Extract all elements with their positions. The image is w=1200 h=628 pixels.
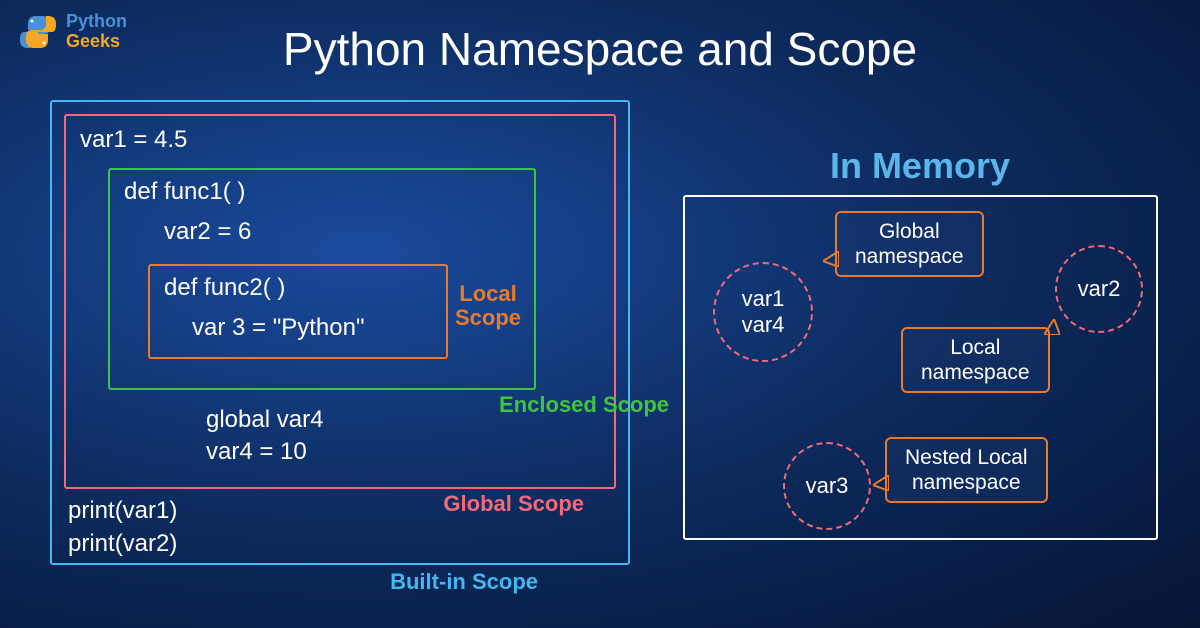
ns-nested-l2: namespace	[905, 470, 1028, 495]
nested-local-namespace-label: Nested Local namespace	[885, 437, 1048, 503]
ns-global-l1: Global	[855, 219, 964, 244]
circle1-var4: var4	[742, 312, 785, 338]
enclosed-scope-box: Enclosed Scope def func1( ) var2 = 6 Loc…	[108, 168, 536, 390]
global-scope-box: Global Scope var1 = 4.5 global var4 var4…	[64, 114, 616, 489]
enclosed-scope-label: Enclosed Scope	[499, 392, 669, 418]
global-namespace-label: Global namespace	[835, 211, 984, 277]
local-scope-label: Local Scope	[455, 282, 521, 330]
memory-title: In Memory	[830, 145, 1010, 187]
code-var4: var4 = 10	[206, 438, 307, 466]
code-print2: print(var2)	[68, 530, 177, 558]
memory-box: var1 var4 var2 var3 Global namespace Loc…	[683, 195, 1158, 540]
local-label-line2: Scope	[455, 306, 521, 330]
ns-nested-l1: Nested Local	[905, 445, 1028, 470]
circle1-var1: var1	[742, 286, 785, 312]
ns-local-l1: Local	[921, 335, 1030, 360]
builtin-scope-label: Built-in Scope	[390, 569, 538, 595]
memory-circle-global-vars: var1 var4	[713, 262, 813, 362]
local-label-line1: Local	[455, 282, 521, 306]
code-print1: print(var1)	[68, 497, 177, 525]
memory-circle-var3: var3	[783, 442, 871, 530]
builtin-scope-box: Built-in Scope print(var1) print(var2) G…	[50, 100, 630, 565]
page-title: Python Namespace and Scope	[0, 22, 1200, 76]
code-var3: var 3 = "Python"	[192, 314, 364, 342]
code-global-var4: global var4	[206, 406, 323, 434]
code-var1: var1 = 4.5	[80, 126, 187, 154]
circle2-text: var2	[1078, 276, 1121, 302]
code-var2: var2 = 6	[164, 218, 251, 246]
circle3-text: var3	[806, 473, 849, 499]
global-scope-label: Global Scope	[443, 491, 584, 517]
ns-global-l2: namespace	[855, 244, 964, 269]
code-func1: def func1( )	[124, 178, 245, 206]
memory-circle-var2: var2	[1055, 245, 1143, 333]
ns-local-l2: namespace	[921, 360, 1030, 385]
code-func2: def func2( )	[164, 274, 285, 302]
local-namespace-label: Local namespace	[901, 327, 1050, 393]
local-scope-box: Local Scope def func2( ) var 3 = "Python…	[148, 264, 448, 359]
